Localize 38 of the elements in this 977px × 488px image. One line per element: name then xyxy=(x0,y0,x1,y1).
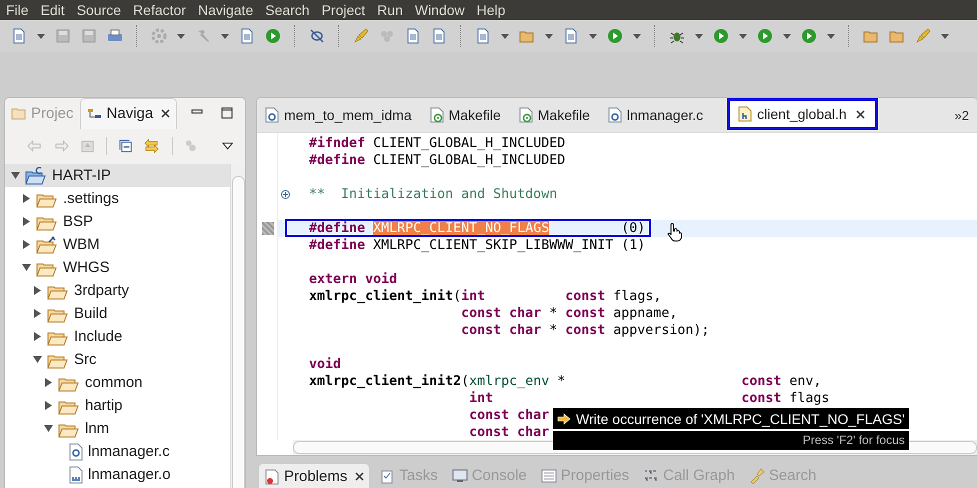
code-text: CLIENT_GLOBAL_H_INCLUDED xyxy=(373,136,566,151)
code-text: CLIENT_GLOBAL_H_INCLUDED xyxy=(373,153,566,168)
code-keyword: const char xyxy=(461,306,542,321)
type-name: xmlrpc_env xyxy=(469,374,550,389)
code-text: appversion); xyxy=(613,323,710,338)
code-text: * xyxy=(549,306,558,321)
function-name: xmlrpc_client_init xyxy=(309,289,454,304)
code-keyword: #define xyxy=(309,238,366,253)
code-keyword: extern void xyxy=(309,272,398,287)
code-text: * xyxy=(557,374,566,389)
code-text: env, xyxy=(789,374,822,389)
code-text: flags, xyxy=(613,289,662,304)
code-keyword: const xyxy=(565,306,606,321)
function-name: xmlrpc_client_init2 xyxy=(309,374,462,389)
code-keyword: #ifndef xyxy=(309,136,366,151)
code-keyword: #define xyxy=(309,221,366,236)
code-keyword: int xyxy=(461,289,486,304)
occurrence-highlight: XMLRPC_CLIENT_NO_FLAGS xyxy=(373,221,550,236)
code-keyword: const char xyxy=(461,323,542,338)
tooltip-hint: Press 'F2' for focus xyxy=(802,432,906,449)
code-text: flags xyxy=(789,391,830,406)
code-keyword: const char xyxy=(469,408,550,423)
code-text: ( xyxy=(453,289,462,304)
code-text: XMLRPC_CLIENT_SKIP_LIBWWW_INIT (1) xyxy=(373,238,646,253)
code-keyword: const xyxy=(741,391,782,406)
code-keyword: const char xyxy=(469,425,550,440)
code-text: * xyxy=(549,323,558,338)
code-text: appname, xyxy=(613,306,678,321)
code-comment: ** Initialization and Shutdown xyxy=(309,187,558,202)
code-keyword: void xyxy=(309,357,342,372)
code-keyword: #define xyxy=(309,153,366,168)
code-keyword: const xyxy=(741,374,782,389)
code-keyword: int xyxy=(469,391,494,406)
code-keyword: const xyxy=(565,323,606,338)
code-keyword: const xyxy=(565,289,606,304)
code-text: (0) xyxy=(621,221,646,236)
code-text: ( xyxy=(461,374,470,389)
tooltip-title: Write occurrence of 'XMLRPC_CLIENT_NO_FLAGS' xyxy=(576,411,905,427)
